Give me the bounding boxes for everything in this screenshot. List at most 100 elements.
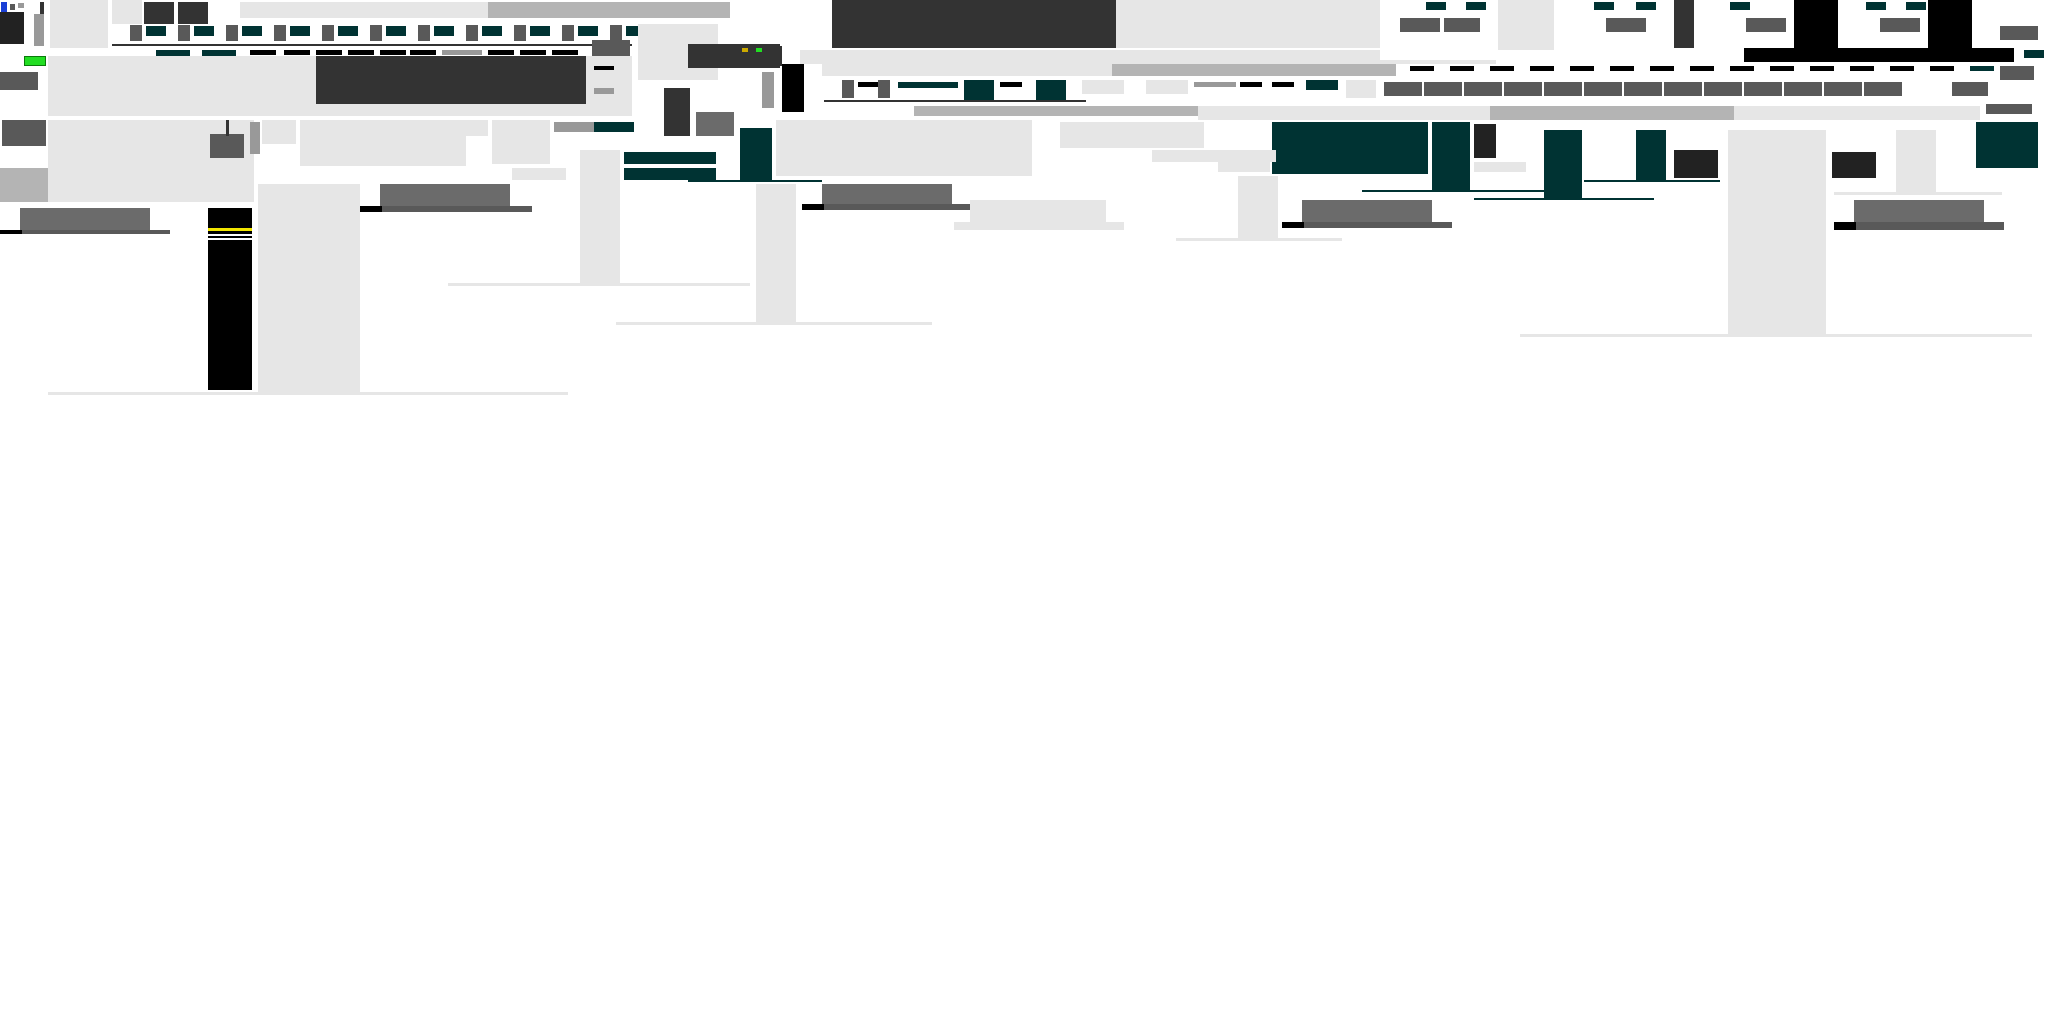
widget-box-a[interactable] (210, 134, 244, 158)
dark-card-small-1[interactable] (1474, 124, 1496, 158)
pill-button-7[interactable] (380, 50, 406, 55)
right-teal-chip-7[interactable] (1906, 2, 1926, 10)
pill-button-10[interactable] (488, 50, 514, 55)
grid-button-10[interactable] (1744, 82, 1782, 96)
grid-button-2[interactable] (1424, 82, 1462, 96)
sec-toolbar-pill-3[interactable] (1194, 82, 1236, 87)
grid-button-6[interactable] (1584, 82, 1622, 96)
right-dark-strip-5[interactable] (1880, 18, 1920, 32)
dark-card-small-3[interactable] (1832, 152, 1876, 178)
right-pill-13[interactable] (1890, 66, 1914, 71)
sec-toolbar-teal-tile-1[interactable] (964, 80, 994, 102)
pill-button-12[interactable] (552, 50, 578, 55)
teal-card-right[interactable] (1976, 122, 2038, 168)
tab-4[interactable] (274, 25, 286, 41)
right-pill-5[interactable] (1570, 66, 1594, 71)
grid-button-12[interactable] (1824, 82, 1862, 96)
widget-bar-b[interactable] (250, 122, 260, 154)
grid-button-13[interactable] (1864, 82, 1902, 96)
right-dark-strip-3[interactable] (1606, 18, 1646, 32)
mini-toolbar-a[interactable] (592, 40, 630, 56)
right-pill-14[interactable] (1930, 66, 1954, 71)
right-pill-10[interactable] (1770, 66, 1794, 71)
tab-11[interactable] (610, 25, 622, 41)
media-tile-2[interactable] (178, 2, 208, 24)
grid-button-11[interactable] (1784, 82, 1822, 96)
right-pill-1[interactable] (1410, 66, 1434, 71)
sec-toolbar-pill-2[interactable] (1000, 82, 1022, 87)
right-dark-strip-1[interactable] (1400, 18, 1440, 32)
home-icon[interactable] (10, 4, 15, 10)
tab-5[interactable] (322, 25, 334, 41)
pill-button-4[interactable] (284, 50, 310, 55)
center-vertical-tile[interactable] (664, 88, 690, 136)
right-dark-strip-4[interactable] (1746, 18, 1786, 32)
pill-button-6[interactable] (348, 50, 374, 55)
right-teal-chip-2[interactable] (1466, 2, 1486, 10)
tab-2[interactable] (178, 25, 190, 41)
tab-6[interactable] (370, 25, 382, 41)
right-black-band[interactable] (1744, 48, 2014, 62)
media-control-dot-1[interactable] (742, 48, 748, 52)
left-widget-1[interactable] (0, 72, 38, 90)
grid-button-15[interactable] (2000, 66, 2034, 80)
dark-sidebar-tile[interactable] (0, 12, 24, 44)
right-teal-chip-3[interactable] (1594, 2, 1614, 10)
grid-button-4[interactable] (1504, 82, 1542, 96)
tab-8[interactable] (466, 25, 478, 41)
tab-3[interactable] (226, 25, 238, 41)
sec-toolbar-tealbar[interactable] (898, 82, 958, 88)
grid-button-5[interactable] (1544, 82, 1582, 96)
right-black-tile-1[interactable] (1794, 0, 1838, 50)
tab-9[interactable] (514, 25, 526, 41)
cloud-icon[interactable] (18, 3, 24, 8)
right-pill-2[interactable] (1450, 66, 1474, 71)
sec-toolbar-pill-1[interactable] (858, 82, 878, 87)
grid-button-7[interactable] (1624, 82, 1662, 96)
grid-button-1[interactable] (1384, 82, 1422, 96)
sec-toolbar-icon-2[interactable] (878, 80, 890, 98)
center-widget-box[interactable] (696, 112, 734, 136)
pill-button-8[interactable] (410, 50, 436, 55)
media-control-dot-2[interactable] (756, 48, 762, 52)
sec-toolbar-icon-1[interactable] (842, 80, 854, 98)
sec-toolbar-pill-5[interactable] (1272, 82, 1294, 87)
right-tall-dark[interactable] (1674, 0, 1694, 48)
right-pill-15[interactable] (1970, 66, 1994, 71)
sec-toolbar-teal-chip[interactable] (1306, 80, 1338, 90)
grid-button-9[interactable] (1704, 82, 1742, 96)
dark-card-small-2[interactable] (1674, 150, 1718, 178)
media-tile-1[interactable] (144, 2, 174, 24)
tab-1[interactable] (130, 25, 142, 41)
grid-button-8[interactable] (1664, 82, 1702, 96)
right-dark-strip-2[interactable] (1444, 18, 1480, 32)
right-pill-6[interactable] (1610, 66, 1634, 71)
grid-button-14[interactable] (1952, 82, 1988, 96)
scroll-indicator[interactable] (34, 14, 44, 46)
left-widget-2[interactable] (2, 120, 46, 146)
center-black-block[interactable] (782, 64, 804, 112)
right-black-tile-2[interactable] (1928, 0, 1972, 50)
pill-button-11[interactable] (520, 50, 546, 55)
pill-button-9[interactable] (442, 50, 482, 55)
toggle-bar-teal-2[interactable] (624, 168, 716, 180)
right-pill-9[interactable] (1730, 66, 1754, 71)
right-small-widget[interactable] (1986, 104, 2032, 114)
right-pill-11[interactable] (1810, 66, 1834, 71)
right-teal-chip-1[interactable] (1426, 2, 1446, 10)
right-teal-chip-4[interactable] (1636, 2, 1656, 10)
sec-toolbar-pill-4[interactable] (1240, 82, 1262, 87)
right-teal-chip-5[interactable] (1730, 2, 1750, 10)
teal-card-column-1[interactable] (1432, 122, 1470, 192)
mini-slider-a[interactable] (594, 88, 614, 94)
right-pill-7[interactable] (1650, 66, 1674, 71)
teal-card-column-3[interactable] (1636, 130, 1666, 182)
grid-button-3[interactable] (1464, 82, 1502, 96)
pill-button-3[interactable] (250, 50, 276, 55)
right-pill-3[interactable] (1490, 66, 1514, 71)
right-dark-strip-6[interactable] (2000, 26, 2038, 40)
right-pill-4[interactable] (1530, 66, 1554, 71)
toggle-bar-teal-1[interactable] (624, 152, 716, 164)
media-control-strip[interactable] (688, 46, 782, 66)
right-teal-corner-chip[interactable] (2024, 50, 2044, 58)
